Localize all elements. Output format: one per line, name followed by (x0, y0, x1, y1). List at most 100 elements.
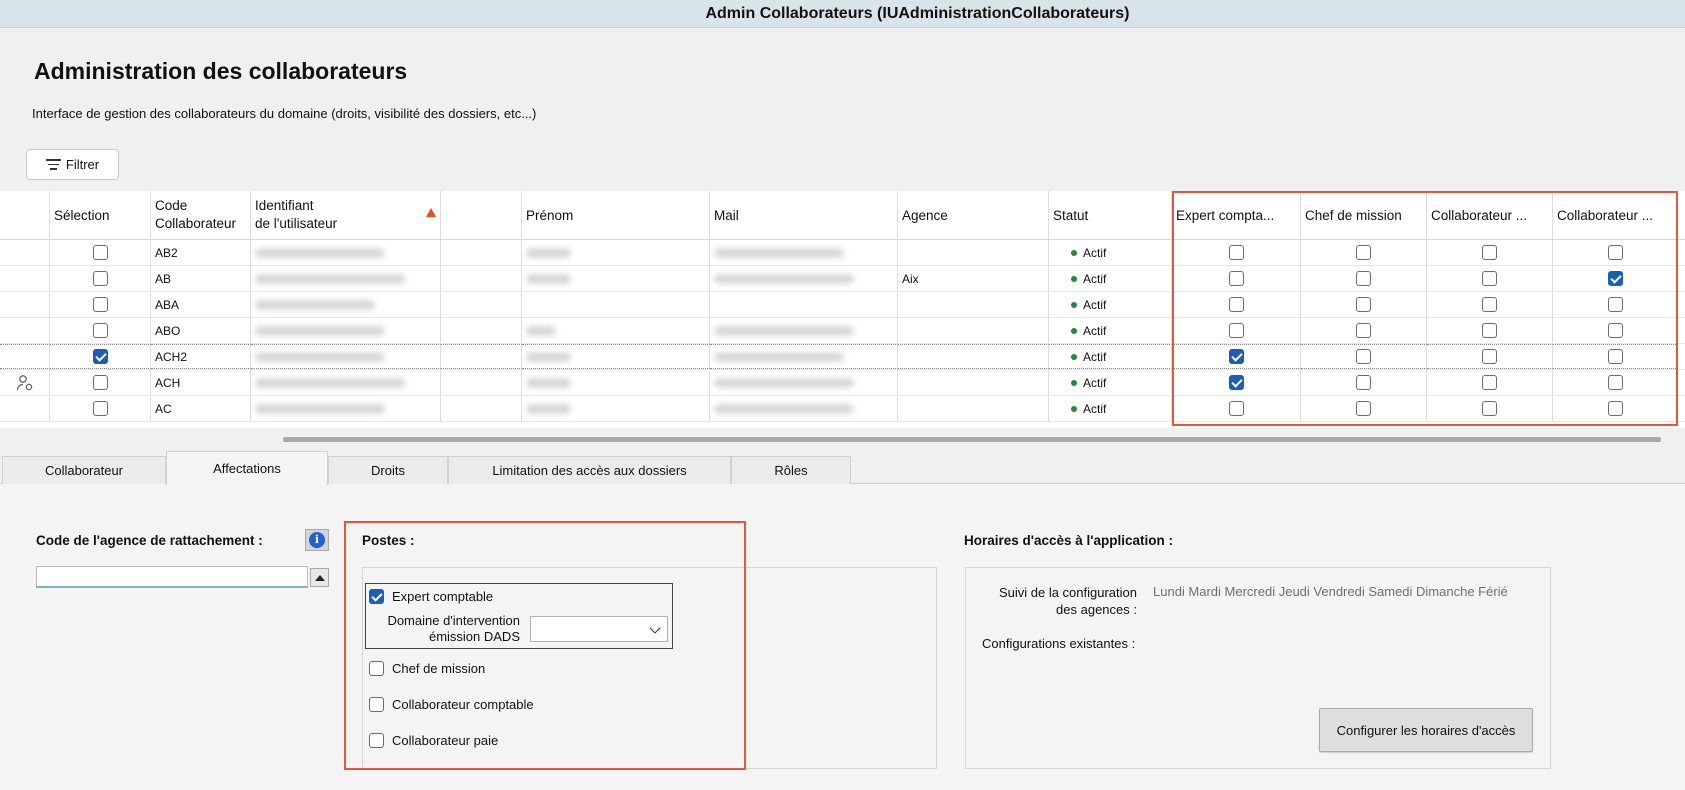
tab-collaborateur[interactable]: Collaborateur (2, 456, 166, 484)
row-collab2-checkbox[interactable] (1607, 245, 1623, 260)
row-chef-checkbox[interactable] (1356, 271, 1371, 286)
row-selection-checkbox[interactable] (92, 297, 108, 312)
row-chef-checkbox[interactable] (1356, 245, 1371, 260)
row-chef-checkbox[interactable] (1356, 297, 1371, 312)
row-expert-checkbox[interactable] (1228, 245, 1244, 260)
table-row[interactable]: AB Aix Actif (0, 266, 1685, 292)
row-collab1-cell[interactable] (1427, 396, 1553, 421)
row-collab2-cell[interactable] (1553, 292, 1678, 317)
table-row[interactable]: AC Actif (0, 396, 1685, 422)
row-collab2-cell[interactable] (1553, 240, 1678, 265)
row-expert-cell[interactable] (1172, 292, 1301, 317)
row-collab2-checkbox[interactable] (1607, 323, 1623, 338)
row-expert-cell[interactable] (1172, 318, 1301, 343)
row-selection-cell[interactable] (50, 396, 151, 421)
column-header-name[interactable] (441, 191, 522, 239)
row-expert-checkbox[interactable] (1228, 349, 1244, 364)
row-expert-checkbox[interactable] (1228, 271, 1244, 286)
configure-hours-button[interactable]: Configurer les horaires d'accès (1319, 708, 1533, 752)
tab-limitation-acces[interactable]: Limitation des accès aux dossiers (448, 456, 731, 484)
row-selection-cell[interactable] (50, 266, 151, 291)
row-collab1-checkbox[interactable] (1482, 271, 1497, 286)
row-expert-checkbox[interactable] (1228, 375, 1244, 390)
row-collab1-checkbox[interactable] (1482, 375, 1497, 390)
row-selection-checkbox[interactable] (92, 401, 108, 416)
row-selection-cell[interactable] (50, 344, 151, 369)
row-collab2-checkbox[interactable] (1607, 297, 1623, 312)
row-chef-cell[interactable] (1301, 266, 1427, 291)
tab-affectations[interactable]: Affectations (166, 451, 328, 485)
row-selection-checkbox[interactable] (92, 323, 108, 338)
tab-roles[interactable]: Rôles (731, 456, 851, 484)
row-collab1-cell[interactable] (1427, 344, 1553, 369)
agency-spin-up-button[interactable] (310, 568, 329, 587)
row-expert-cell[interactable] (1172, 396, 1301, 421)
table-row[interactable]: ACH Actif (0, 370, 1685, 396)
row-expert-cell[interactable] (1172, 266, 1301, 291)
filter-button[interactable]: Filtrer (26, 149, 119, 180)
row-selection-cell[interactable] (50, 370, 151, 395)
agency-info-button[interactable]: i (305, 529, 329, 551)
row-chef-cell[interactable] (1301, 292, 1427, 317)
row-collab1-cell[interactable] (1427, 318, 1553, 343)
row-collab1-cell[interactable] (1427, 370, 1553, 395)
agency-code-input[interactable] (36, 566, 308, 588)
collaborateur-paie-checkbox[interactable] (369, 733, 384, 748)
row-expert-cell[interactable] (1172, 240, 1301, 265)
column-header-mail[interactable]: Mail (710, 191, 898, 239)
column-header-agence[interactable]: Agence (898, 191, 1049, 239)
table-row[interactable]: ABA Actif (0, 292, 1685, 318)
row-collab2-cell[interactable] (1553, 266, 1678, 291)
chef-de-mission-checkbox[interactable] (369, 661, 384, 676)
row-collab2-checkbox[interactable] (1607, 375, 1623, 390)
chef-de-mission-option[interactable]: Chef de mission (369, 661, 485, 676)
row-collab2-cell[interactable] (1553, 396, 1678, 421)
row-collab1-checkbox[interactable] (1482, 323, 1497, 338)
row-chef-checkbox[interactable] (1356, 323, 1371, 338)
tab-droits[interactable]: Droits (328, 456, 448, 484)
collaborateur-paie-option[interactable]: Collaborateur paie (369, 733, 498, 748)
row-collab2-checkbox[interactable] (1607, 271, 1623, 286)
column-header-collab2[interactable]: Collaborateur ... (1553, 191, 1678, 239)
row-chef-cell[interactable] (1301, 318, 1427, 343)
row-chef-checkbox[interactable] (1356, 375, 1371, 390)
row-collab1-checkbox[interactable] (1482, 349, 1497, 364)
table-row[interactable]: AB2 Actif (0, 240, 1685, 266)
column-header-identifiant[interactable]: Identifiant de l'utilisateur (251, 191, 441, 239)
row-collab1-cell[interactable] (1427, 240, 1553, 265)
row-expert-cell[interactable] (1172, 370, 1301, 395)
column-header-collab1[interactable]: Collaborateur ... (1427, 191, 1553, 239)
column-header-chef[interactable]: Chef de mission (1301, 191, 1427, 239)
row-chef-cell[interactable] (1301, 370, 1427, 395)
expert-comptable-checkbox[interactable] (369, 589, 384, 604)
row-collab1-checkbox[interactable] (1482, 245, 1497, 260)
row-chef-cell[interactable] (1301, 240, 1427, 265)
row-expert-cell[interactable] (1172, 344, 1301, 369)
row-expert-checkbox[interactable] (1228, 323, 1244, 338)
sort-ascending-icon[interactable] (426, 208, 436, 217)
grid-horizontal-scrollbar[interactable] (283, 437, 1661, 442)
domaine-intervention-select[interactable] (530, 616, 668, 642)
row-selection-checkbox[interactable] (92, 271, 108, 286)
row-selection-checkbox[interactable] (92, 245, 108, 260)
row-selection-cell[interactable] (50, 240, 151, 265)
row-selection-checkbox[interactable] (92, 375, 108, 390)
row-selection-cell[interactable] (50, 292, 151, 317)
row-collab1-checkbox[interactable] (1482, 401, 1497, 416)
row-selection-checkbox[interactable] (92, 349, 108, 364)
row-selection-cell[interactable] (50, 318, 151, 343)
row-chef-cell[interactable] (1301, 344, 1427, 369)
row-collab2-cell[interactable] (1553, 344, 1678, 369)
row-expert-checkbox[interactable] (1228, 401, 1244, 416)
table-row[interactable]: ABO Actif (0, 318, 1685, 344)
row-collab2-checkbox[interactable] (1607, 401, 1623, 416)
row-collab1-cell[interactable] (1427, 292, 1553, 317)
row-chef-cell[interactable] (1301, 396, 1427, 421)
collaborateur-comptable-checkbox[interactable] (369, 697, 384, 712)
column-header-expert[interactable]: Expert compta... (1172, 191, 1301, 239)
column-header-prenom[interactable]: Prénom (522, 191, 710, 239)
row-expert-checkbox[interactable] (1228, 297, 1244, 312)
column-header-statut[interactable]: Statut (1049, 191, 1172, 239)
row-chef-checkbox[interactable] (1356, 349, 1371, 364)
row-chef-checkbox[interactable] (1356, 401, 1371, 416)
